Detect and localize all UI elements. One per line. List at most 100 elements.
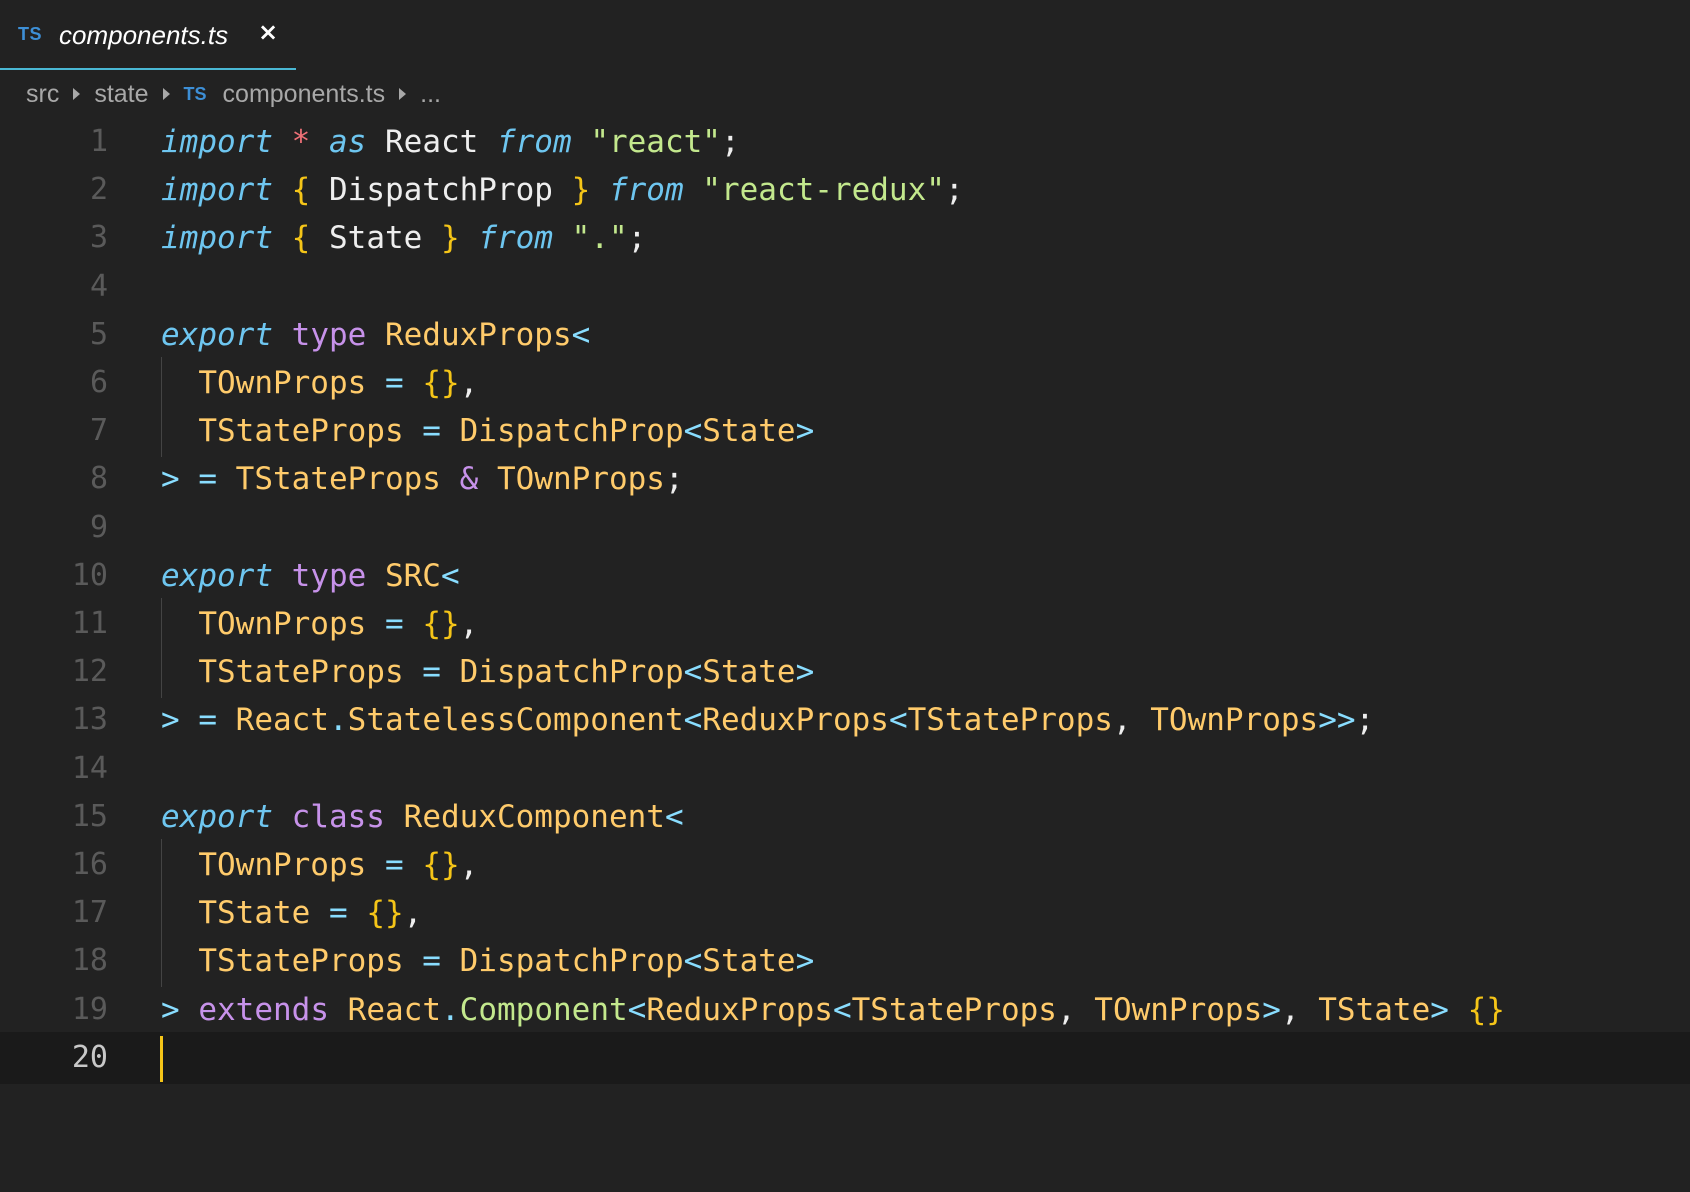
code-token: = bbox=[179, 702, 236, 739]
code-line[interactable]: 19 > extends React.Component<ReduxProps<T… bbox=[0, 984, 1690, 1036]
line-number: 4 bbox=[89, 268, 108, 304]
code-line[interactable]: 10 export type SRC< bbox=[0, 550, 1690, 602]
code-text: export class ReduxComponent< bbox=[161, 791, 684, 843]
code-line[interactable]: 11 TOwnProps = {}, bbox=[0, 598, 1690, 650]
line-number: 6 bbox=[89, 365, 108, 400]
code-token: > bbox=[795, 943, 815, 980]
breadcrumb-item-src[interactable]: src bbox=[26, 80, 59, 109]
code-line[interactable]: 20 bbox=[0, 1031, 1690, 1084]
code-text: > = TStateProps & TOwnProps; bbox=[161, 453, 684, 505]
breadcrumb-item-file[interactable]: components.ts bbox=[223, 80, 386, 109]
code-text: TOwnProps = {}, bbox=[161, 357, 478, 409]
code-token: class bbox=[291, 798, 385, 835]
code-token: , bbox=[1056, 991, 1095, 1028]
breadcrumb: src state TS components.ts ... bbox=[26, 76, 441, 112]
code-token: DispatchProp bbox=[459, 943, 684, 980]
code-line[interactable]: 13 > = React.StatelessComponent<ReduxProp… bbox=[0, 694, 1690, 746]
code-token: ; bbox=[1355, 702, 1375, 739]
code-text: import { State } from "."; bbox=[161, 212, 646, 264]
code-token: = bbox=[403, 654, 460, 691]
line-number: 20 bbox=[71, 1039, 108, 1075]
line-number: 13 bbox=[71, 702, 108, 738]
code-token: {} bbox=[366, 895, 404, 932]
code-line[interactable]: 15 export class ReduxComponent< bbox=[0, 791, 1690, 843]
code-token: as bbox=[329, 124, 367, 160]
code-token: import bbox=[161, 220, 273, 257]
line-number: 16 bbox=[71, 847, 108, 882]
code-token: . bbox=[329, 702, 348, 739]
code-line[interactable]: 8 > = TStateProps & TOwnProps; bbox=[0, 453, 1690, 505]
breadcrumb-item-state[interactable]: state bbox=[94, 80, 148, 109]
code-token: = bbox=[179, 461, 236, 498]
code-token: ; bbox=[720, 124, 740, 160]
code-token: from bbox=[608, 172, 684, 209]
code-token: {} bbox=[1467, 991, 1505, 1028]
line-number: 2 bbox=[89, 172, 108, 208]
code-token: > bbox=[795, 413, 815, 450]
line-number: 5 bbox=[89, 316, 108, 352]
code-token: import bbox=[161, 124, 273, 160]
line-number: 14 bbox=[71, 750, 108, 786]
code-token: TStateProps bbox=[198, 654, 404, 691]
code-token: TOwnProps bbox=[198, 365, 367, 401]
code-text: > extends React.Component<ReduxProps<TSt… bbox=[161, 984, 1505, 1036]
code-line[interactable]: 18 TStateProps = DispatchProp<State> bbox=[0, 935, 1690, 988]
code-text: export type ReduxProps< bbox=[161, 309, 590, 361]
code-editor[interactable]: 1 import * as React from "react"; 2 import … bbox=[0, 116, 1690, 1192]
code-token: {} bbox=[422, 847, 460, 883]
tab-label: components.ts bbox=[59, 20, 229, 50]
code-token: { bbox=[291, 172, 311, 209]
code-text: TOwnProps = {}, bbox=[161, 839, 478, 891]
code-line[interactable]: 7 TStateProps = DispatchProp<State> bbox=[0, 405, 1690, 458]
code-line[interactable]: 4 bbox=[0, 261, 1690, 313]
code-line[interactable]: 16 TOwnProps = {}, bbox=[0, 839, 1690, 891]
chevron-right-icon bbox=[73, 88, 81, 100]
close-icon[interactable]: × bbox=[258, 18, 278, 46]
code-token: < bbox=[683, 702, 703, 739]
code-token: State bbox=[702, 654, 796, 691]
code-token: TOwnProps bbox=[1150, 702, 1319, 739]
code-line[interactable]: 5 export type ReduxProps< bbox=[0, 309, 1690, 361]
code-line[interactable]: 2 import { DispatchProp } from "react-red… bbox=[0, 164, 1690, 216]
code-line[interactable]: 1 import * as React from "react"; bbox=[0, 116, 1690, 168]
code-token: = bbox=[366, 606, 423, 642]
code-token: import bbox=[161, 172, 273, 209]
code-line[interactable]: 9 bbox=[0, 502, 1690, 554]
code-line[interactable]: 14 bbox=[0, 743, 1690, 795]
line-number: 7 bbox=[89, 413, 108, 449]
tab-components-ts[interactable]: TS components.ts × bbox=[0, 0, 296, 70]
code-token: from bbox=[478, 220, 553, 257]
code-line[interactable]: 17 TState = {}, bbox=[0, 887, 1690, 940]
code-token: > bbox=[1430, 991, 1449, 1028]
breadcrumb-item-symbols[interactable]: ... bbox=[420, 80, 441, 109]
code-token: < bbox=[683, 943, 703, 980]
code-token: "react" bbox=[590, 124, 721, 160]
code-token: , bbox=[459, 606, 479, 642]
code-token: "react-redux" bbox=[702, 172, 945, 209]
code-token: React bbox=[347, 991, 441, 1028]
code-token: < bbox=[683, 413, 703, 450]
code-token: = bbox=[310, 895, 367, 932]
code-token: TState bbox=[198, 895, 311, 932]
code-line[interactable]: 3 import { State } from "."; bbox=[0, 212, 1690, 264]
code-token: < bbox=[888, 702, 908, 739]
code-line[interactable]: 12 TStateProps = DispatchProp<State> bbox=[0, 646, 1690, 699]
tab-bar: TS components.ts × bbox=[0, 0, 1690, 70]
code-token: , bbox=[1112, 702, 1151, 739]
code-line[interactable]: 6 TOwnProps = {}, bbox=[0, 357, 1690, 409]
code-token: > bbox=[161, 461, 180, 498]
typescript-file-icon: TS bbox=[183, 83, 207, 104]
code-token: TOwnProps bbox=[1094, 991, 1263, 1028]
code-token: State bbox=[310, 220, 441, 257]
code-token: Component bbox=[459, 991, 628, 1028]
